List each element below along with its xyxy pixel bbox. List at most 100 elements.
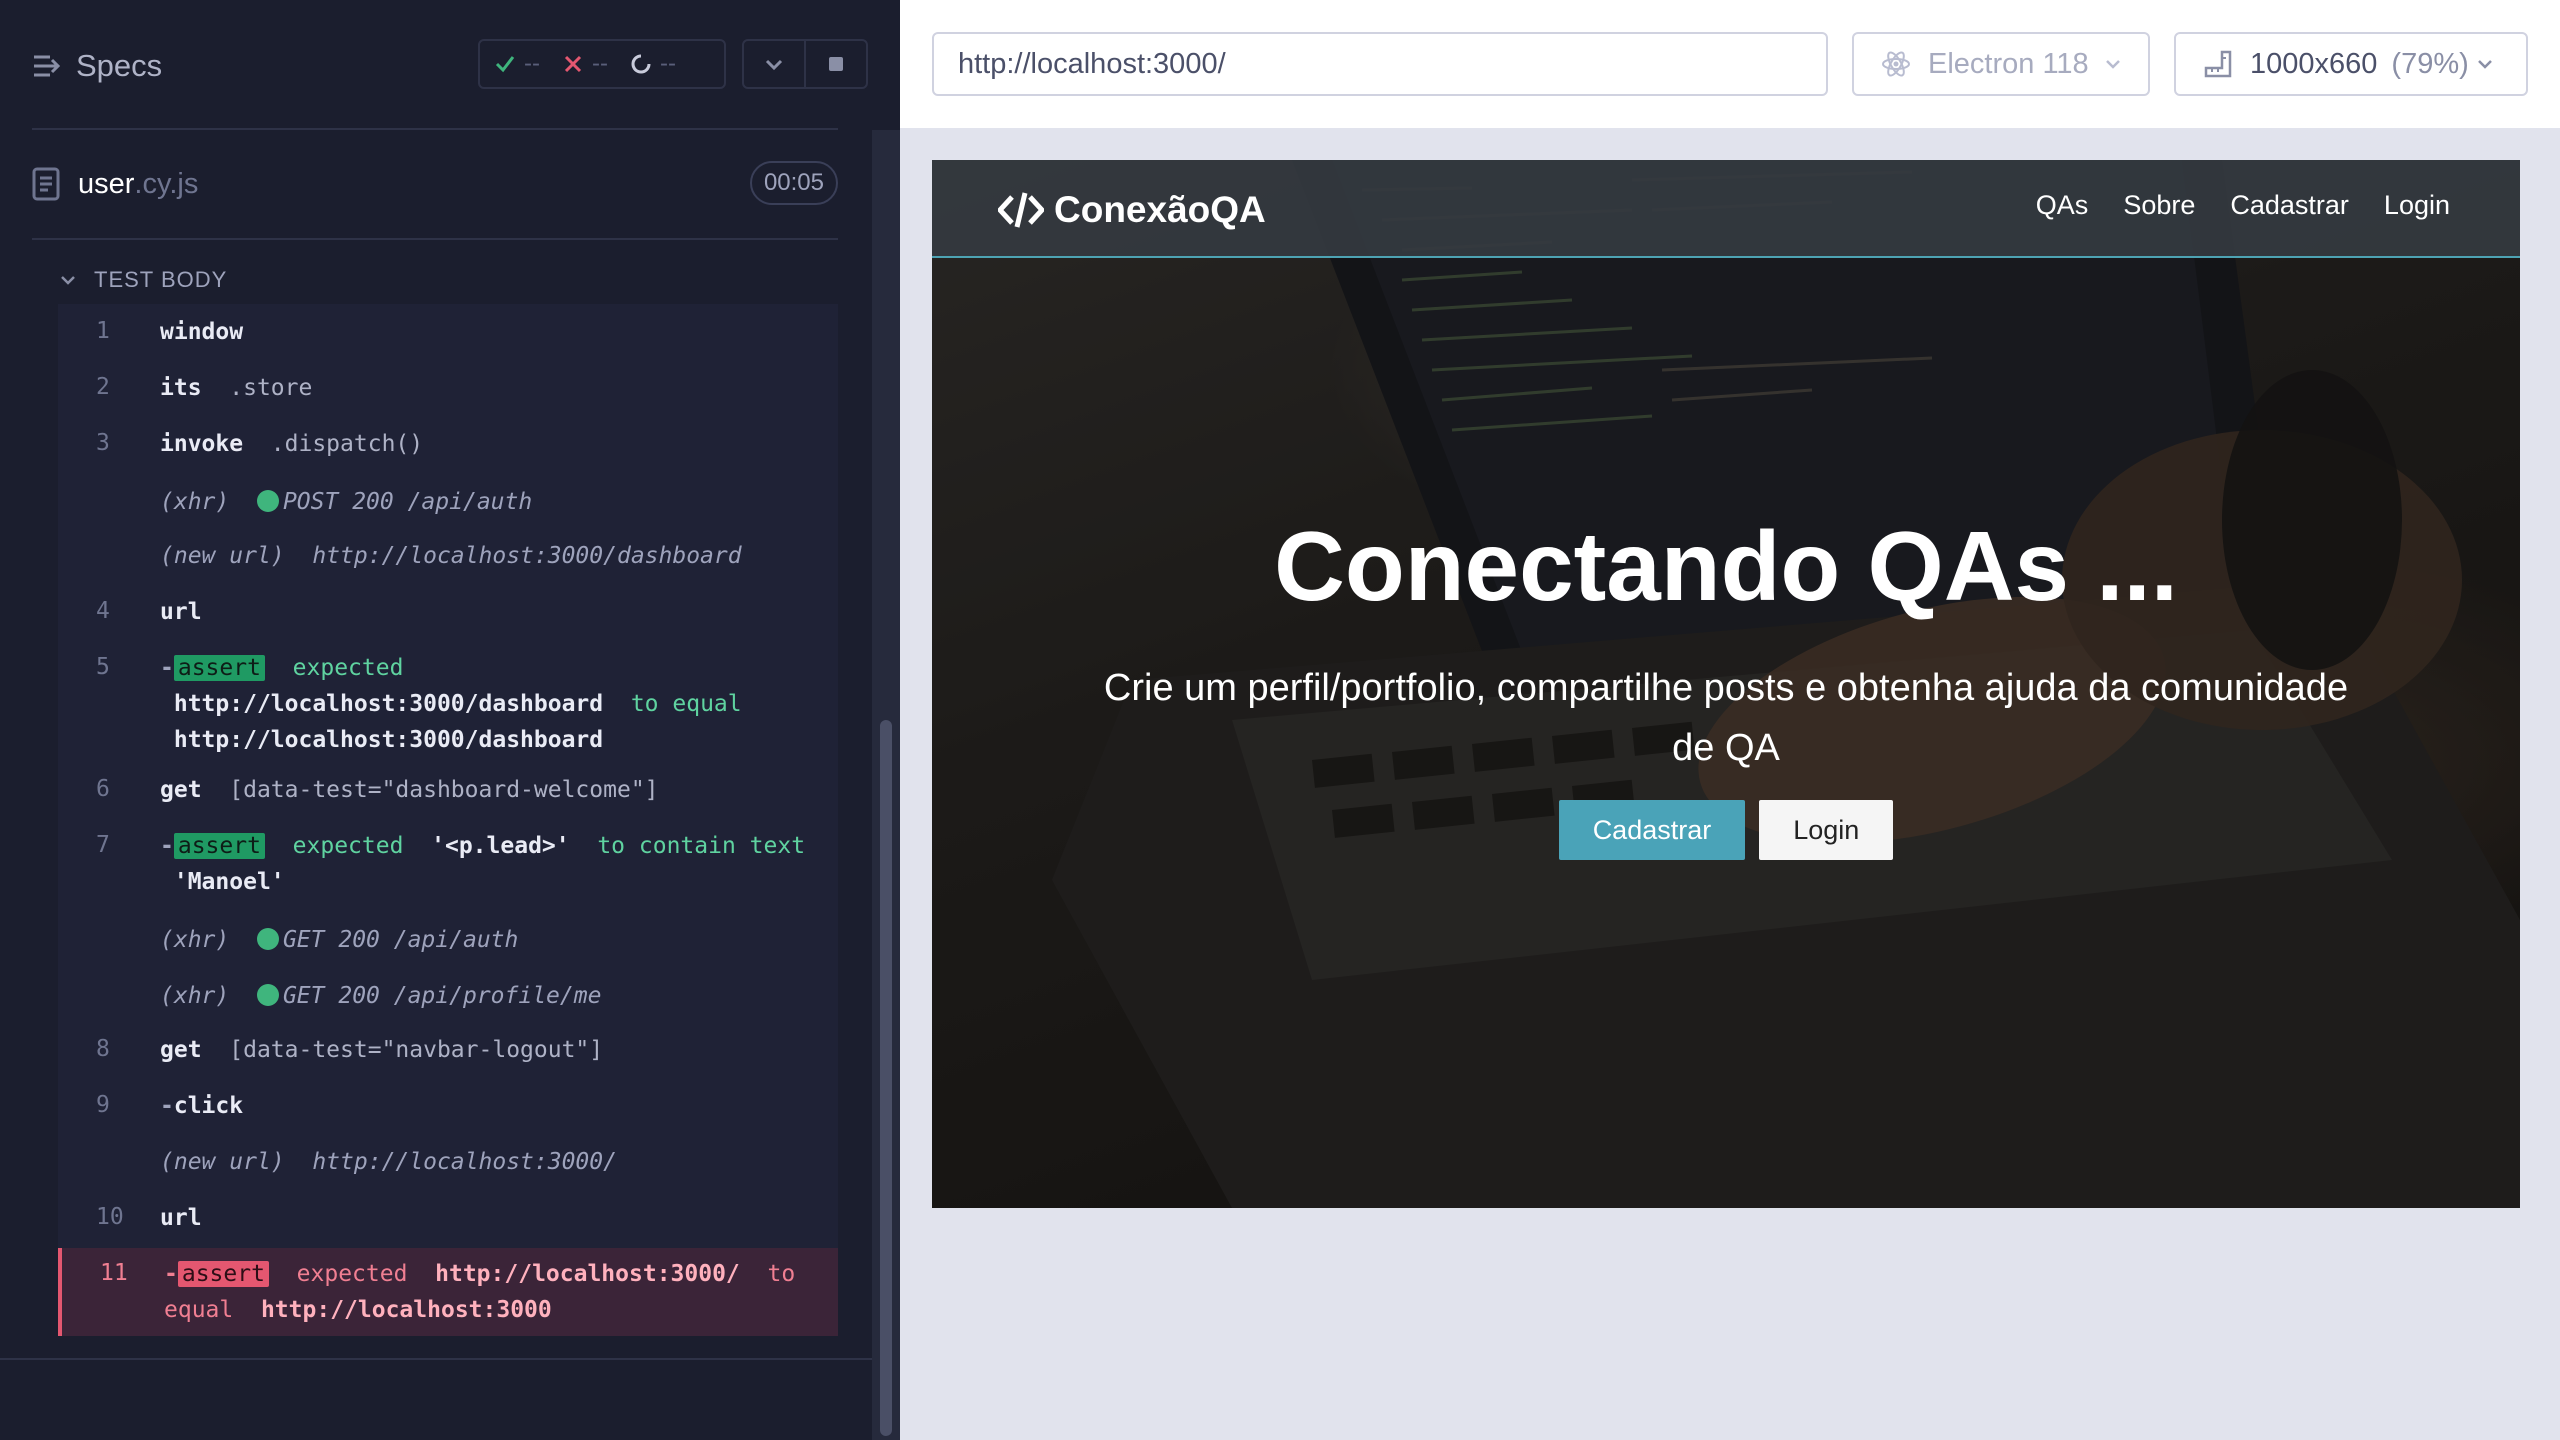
app-preview-panel: http://localhost:3000/ Electron 118 1000… <box>900 0 2560 1440</box>
command-name: window <box>160 319 244 345</box>
xhr-label: (xhr) <box>160 489 230 515</box>
command-row[interactable]: 1 window <box>58 314 838 358</box>
url-text: http://localhost:3000/ <box>958 47 1226 80</box>
command-name: get <box>160 777 202 803</box>
assert-expected: 'Manoel' <box>173 869 285 895</box>
command-number: 10 <box>96 1204 124 1230</box>
preview-toolbar: http://localhost:3000/ Electron 118 1000… <box>900 0 2560 128</box>
browser-selector[interactable]: Electron 118 <box>1852 32 2150 96</box>
command-number: 7 <box>96 832 110 858</box>
command-row[interactable]: 4 url <box>58 594 838 638</box>
nav-link-sobre[interactable]: Sobre <box>2123 190 2195 221</box>
stop-button[interactable] <box>804 41 866 87</box>
test-stats: -- -- -- <box>478 39 726 89</box>
assert-row-passed[interactable]: 7 - assert expected '<p.lead>' to contain… <box>58 828 838 900</box>
code-brand-icon <box>998 192 1044 228</box>
command-name: its <box>160 375 202 401</box>
command-message: .dispatch() <box>270 431 424 457</box>
assert-badge: assert <box>177 1261 269 1287</box>
new-url-row[interactable]: (new url) http://localhost:3000/dashboar… <box>58 538 838 582</box>
command-number: 8 <box>96 1036 110 1062</box>
spec-file-name: user <box>78 167 135 200</box>
specs-menu-icon <box>34 55 61 77</box>
spec-duration: 00:05 <box>749 161 838 205</box>
passed-count: -- <box>524 50 540 77</box>
command-name: click <box>173 1093 244 1119</box>
new-url-value: http://localhost:3000/dashboard <box>312 543 742 569</box>
divider <box>32 238 838 240</box>
command-message: .store <box>229 375 313 401</box>
nav-links: QAs Sobre Cadastrar Login <box>2001 190 2450 221</box>
passed-stat: -- <box>494 50 540 78</box>
xhr-row[interactable]: (xhr) GET 200 /api/auth <box>58 922 838 966</box>
command-name: invoke <box>160 431 244 457</box>
command-row[interactable]: 8 get [data-test="navbar-logout"] <box>58 1032 838 1076</box>
nav-link-qas[interactable]: QAs <box>2036 190 2089 221</box>
command-message: [data-test="navbar-logout"] <box>229 1037 604 1063</box>
assert-row-failed[interactable]: 11 - assert expected http://localhost:300… <box>58 1248 838 1336</box>
cadastrar-button[interactable]: Cadastrar <box>1558 800 1746 860</box>
xhr-label: (xhr) <box>160 983 230 1009</box>
viewport-size: 1000x660 <box>2250 47 2378 80</box>
assert-text: to equal <box>630 691 742 717</box>
new-url-value: http://localhost:3000/ <box>312 1149 617 1175</box>
assert-row-passed[interactable]: 5 - assert expected http://localhost:3000… <box>58 650 838 758</box>
stop-icon <box>829 57 843 71</box>
command-name: url <box>160 1205 202 1231</box>
viewport-selector[interactable]: 1000x660 (79%) <box>2174 32 2528 96</box>
xhr-label: (xhr) <box>160 927 230 953</box>
specs-button[interactable]: Specs <box>32 46 162 86</box>
assert-actual: http://localhost:3000/dashboard <box>173 691 604 717</box>
assert-actual: http://localhost:3000/ <box>435 1261 740 1287</box>
command-number: 11 <box>100 1260 128 1286</box>
divider <box>32 128 838 130</box>
command-message: [data-test="dashboard-welcome"] <box>229 777 659 803</box>
failed-count: -- <box>591 50 608 77</box>
login-button[interactable]: Login <box>1759 800 1894 860</box>
command-number: 5 <box>96 654 110 680</box>
spec-file-row[interactable]: user .cy.js 00:05 <box>32 160 838 208</box>
reporter-scrollbar[interactable] <box>880 720 892 1436</box>
xhr-row[interactable]: (xhr) POST 200 /api/auth <box>58 484 838 528</box>
brand-link[interactable]: ConexãoQA <box>998 188 1266 232</box>
command-name: url <box>160 599 202 625</box>
failed-stat: -- <box>562 50 608 78</box>
collapse-all-button[interactable] <box>744 41 804 87</box>
spec-file-ext: .cy.js <box>134 167 199 200</box>
runner-controls <box>742 39 868 89</box>
xhr-status-dot <box>256 490 279 512</box>
command-row[interactable]: 2 its .store <box>58 370 838 414</box>
command-number: 2 <box>96 374 110 400</box>
command-row[interactable]: 10 url <box>58 1200 838 1244</box>
command-list: 1 window 2 its .store 3 invoke .dispatch… <box>58 304 838 1336</box>
app-under-test-frame: ConexãoQA QAs Sobre Cadastrar Login Cone… <box>932 160 2520 1208</box>
command-number: 4 <box>96 598 110 624</box>
xhr-text: GET 200 /api/auth <box>282 927 519 953</box>
assert-badge: assert <box>173 655 265 681</box>
command-number: 9 <box>96 1092 110 1118</box>
url-bar[interactable]: http://localhost:3000/ <box>932 32 1828 96</box>
command-row[interactable]: 9 -click <box>58 1088 838 1132</box>
reporter-header: Specs -- -- -- <box>0 0 900 130</box>
nav-link-cadastrar[interactable]: Cadastrar <box>2230 190 2349 221</box>
pending-count: -- <box>659 50 676 77</box>
command-row[interactable]: 3 invoke .dispatch() <box>58 426 838 470</box>
assert-text: expected <box>292 655 404 681</box>
electron-icon <box>1882 51 1910 77</box>
new-url-row[interactable]: (new url) http://localhost:3000/ <box>58 1144 838 1188</box>
command-row[interactable]: 6 get [data-test="dashboard-welcome"] <box>58 772 838 816</box>
command-number: 1 <box>96 318 110 344</box>
hero-lead: Crie um perfil/portfolio, compartilhe po… <box>1103 667 2349 769</box>
test-body-toggle[interactable]: TEST BODY <box>58 262 227 298</box>
specs-label: Specs <box>76 48 163 83</box>
chevron-down-icon <box>2105 60 2120 69</box>
xhr-row[interactable]: (xhr) GET 200 /api/profile/me <box>58 978 838 1022</box>
command-name: get <box>160 1037 202 1063</box>
hero-title: Conectando QAs ... <box>1274 511 2178 621</box>
test-body-label: TEST BODY <box>94 267 228 292</box>
pass-check-icon <box>495 56 515 73</box>
nav-link-login[interactable]: Login <box>2384 190 2450 221</box>
command-log-panel: Specs -- -- -- user .cy.js 00:05 TEST BO… <box>0 0 900 1440</box>
viewport-scale: (79%) <box>2391 47 2469 80</box>
xhr-text: GET 200 /api/profile/me <box>282 983 602 1009</box>
